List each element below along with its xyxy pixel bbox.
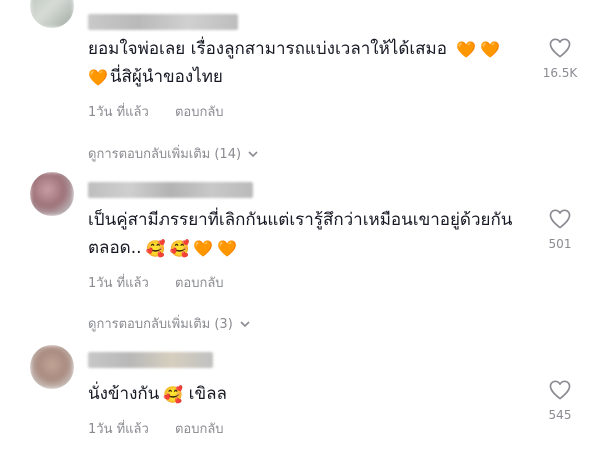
comment-text-line2: ตลอด.. 🥰 🥰 🧡 🧡	[88, 235, 528, 262]
comment-text: ยอมใจพ่อเลย เรื่องลูกสามารถแบ่งเวลาให้ได…	[88, 36, 528, 63]
smiling-face-with-hearts-icon: 🥰	[169, 239, 190, 258]
heart-outline-icon[interactable]	[549, 38, 571, 58]
reply-button[interactable]: ตอบกลับ	[175, 105, 224, 120]
comment-meta: 1วัน ที่แล้ว ตอบกลับ	[88, 418, 224, 439]
like-count: 545	[548, 408, 572, 422]
like-count: 16.5K	[542, 66, 578, 80]
username-blurred[interactable]	[88, 182, 253, 198]
like-section: 545	[540, 380, 580, 422]
smiling-face-with-hearts-icon: 🥰	[145, 239, 166, 258]
avatar[interactable]	[30, 172, 74, 216]
avatar[interactable]	[30, 345, 74, 389]
orange-heart-icon: 🧡	[217, 239, 238, 258]
comment-timestamp: 1วัน ที่แล้ว	[88, 422, 149, 437]
orange-heart-icon: 🧡	[456, 40, 477, 59]
smiling-face-with-hearts-icon: 🥰	[163, 385, 184, 404]
comment-meta: 1วัน ที่แล้ว ตอบกลับ	[88, 101, 224, 122]
comment-text-line2: 🧡 นี่สิผู้นำของไทย	[88, 64, 528, 91]
like-section: 501	[540, 209, 580, 251]
heart-outline-icon[interactable]	[549, 380, 571, 400]
comment-meta: 1วัน ที่แล้ว ตอบกลับ	[88, 272, 224, 293]
reply-button[interactable]: ตอบกลับ	[175, 422, 224, 437]
orange-heart-icon: 🧡	[480, 40, 501, 59]
heart-outline-icon[interactable]	[549, 209, 571, 229]
like-count: 501	[548, 237, 572, 251]
chevron-down-icon	[240, 320, 250, 327]
comment-text: เป็นคู่สามีภรรยาที่เลิกกันแต่เรารู้สึกว่…	[88, 210, 513, 230]
like-section: 16.5K	[540, 38, 580, 80]
view-more-replies-button[interactable]: ดูการตอบกลับเพิ่มเติม (3)	[88, 313, 251, 334]
avatar[interactable]	[30, 0, 74, 28]
view-more-replies-button[interactable]: ดูการตอบกลับเพิ่มเติม (14)	[88, 143, 259, 164]
chevron-down-icon	[248, 150, 258, 157]
orange-heart-icon: 🧡	[88, 68, 108, 87]
username-blurred[interactable]	[88, 352, 213, 368]
username-blurred[interactable]	[88, 14, 238, 30]
orange-heart-icon: 🧡	[193, 239, 214, 258]
reply-button[interactable]: ตอบกลับ	[175, 276, 224, 291]
comment-timestamp: 1วัน ที่แล้ว	[88, 105, 149, 120]
comment-text: นั่งข้างกัน 🥰 เขิลล	[88, 381, 528, 408]
comment-timestamp: 1วัน ที่แล้ว	[88, 276, 149, 291]
